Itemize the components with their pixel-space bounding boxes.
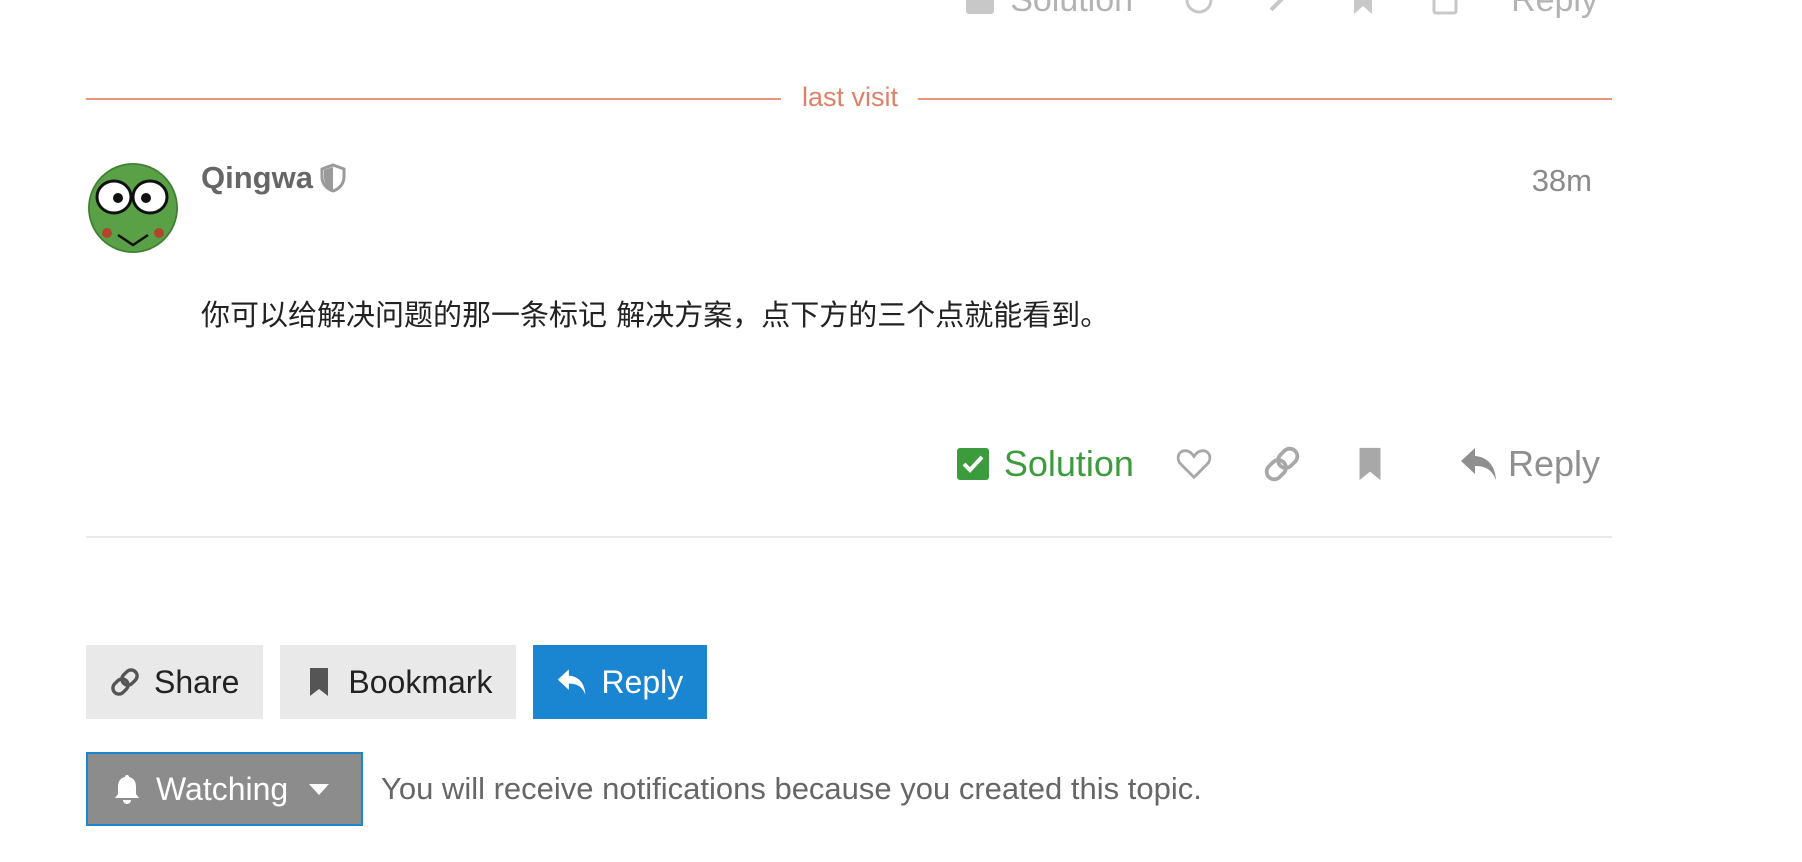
copy-icon[interactable]: [1429, 0, 1461, 16]
reply-icon: [1460, 448, 1496, 480]
notification-reason: You will receive notifications because y…: [381, 771, 1202, 806]
shield-icon: [320, 163, 346, 193]
bookmark-icon[interactable]: [1347, 0, 1379, 16]
divider-line-right: [918, 98, 1612, 100]
share-button[interactable]: Share: [86, 645, 264, 719]
watching-label: Watching: [156, 770, 289, 807]
check-square-icon: [956, 448, 989, 480]
previous-solution-label: Solution: [1010, 0, 1133, 20]
reply-label: Reply: [601, 663, 684, 700]
avatar[interactable]: [88, 163, 178, 253]
caret-down-icon: [309, 784, 330, 795]
reply-icon: [558, 669, 586, 695]
bookmark-icon: [310, 668, 329, 696]
heart-icon: [1176, 449, 1212, 480]
link-icon: [1264, 446, 1300, 482]
username-link[interactable]: Qingwa: [201, 160, 313, 196]
like-button[interactable]: [1174, 444, 1214, 484]
previous-solution-button[interactable]: Solution: [964, 0, 1133, 20]
solution-button[interactable]: Solution: [956, 443, 1134, 485]
previous-post-actions: Solution Reply: [840, 0, 1600, 22]
bookmark-label: Bookmark: [348, 663, 493, 700]
post-reply-label: Reply: [1507, 443, 1600, 484]
last-visit-divider: last visit: [86, 80, 1612, 112]
bookmark-post-button[interactable]: [1350, 444, 1390, 484]
bookmark-button[interactable]: Bookmark: [280, 645, 517, 719]
topic-footer-buttons: Share Bookmark Reply: [86, 645, 708, 719]
watching-dropdown[interactable]: Watching: [86, 752, 363, 826]
copy-link-button[interactable]: [1262, 444, 1302, 484]
heart-icon[interactable]: [1183, 0, 1215, 16]
post-actions: Solution Reply: [940, 436, 1600, 492]
bookmark-icon: [1359, 447, 1381, 481]
link-icon[interactable]: [1265, 0, 1297, 16]
topic-page: Solution Reply last visit Qingwa 38m 你可以…: [0, 0, 1802, 862]
share-label: Share: [154, 663, 240, 700]
post-reply-button[interactable]: Reply: [1460, 443, 1600, 485]
divider-line-left: [86, 98, 781, 100]
post-time[interactable]: 38m: [1532, 163, 1592, 199]
post-author: Qingwa: [201, 160, 347, 196]
solution-label: Solution: [1003, 443, 1134, 484]
previous-reply-button[interactable]: Reply: [1511, 0, 1598, 20]
link-icon: [111, 668, 139, 696]
reply-button[interactable]: Reply: [533, 645, 708, 719]
notification-options: Watching You will receive notifications …: [86, 752, 1202, 826]
post-body: 你可以给解决问题的那一条标记 解决方案，点下方的三个点就能看到。: [201, 298, 1110, 332]
check-square-icon: [966, 0, 995, 14]
bell-icon: [115, 775, 139, 804]
post-separator: [86, 536, 1612, 538]
last-visit-label: last visit: [801, 82, 899, 112]
